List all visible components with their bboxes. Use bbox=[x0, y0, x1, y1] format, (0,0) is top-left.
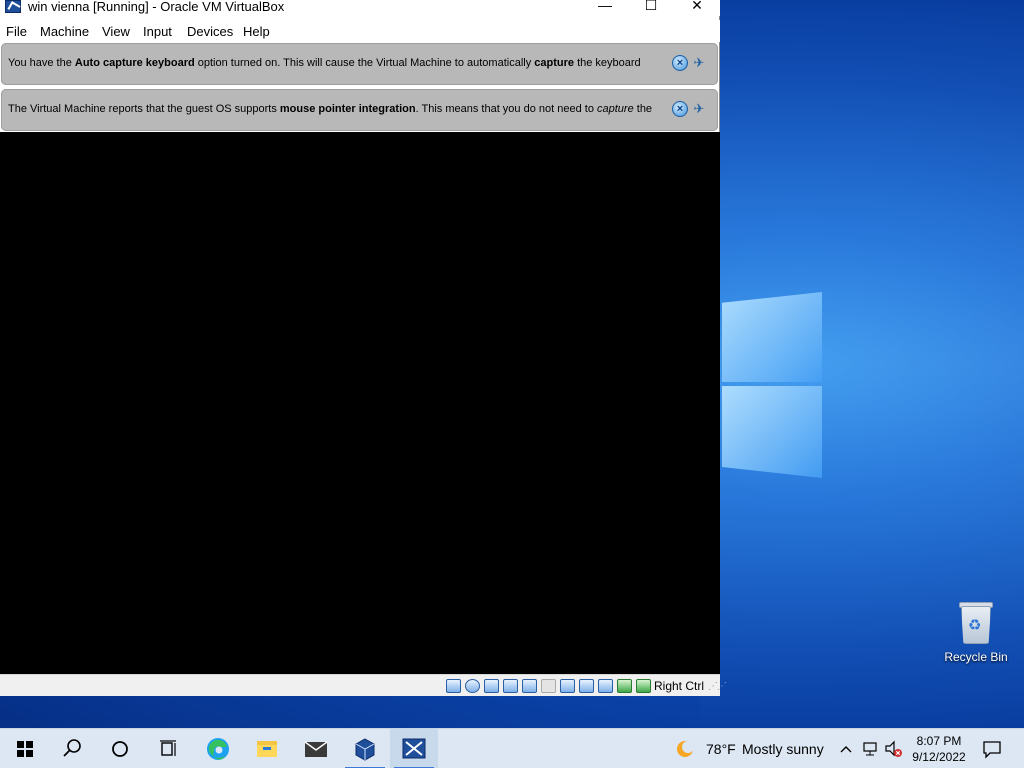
taskbar: 78°F Mostly sunny 8:07 PM 9/12/2022 bbox=[0, 728, 1024, 768]
menu-devices[interactable]: Devices bbox=[187, 24, 233, 39]
file-explorer-icon bbox=[257, 741, 277, 757]
menu-bar: File Machine View Input Devices Help bbox=[0, 20, 720, 42]
search-icon bbox=[63, 739, 81, 757]
notice-text-run: the keyboard bbox=[574, 57, 641, 69]
mouse-integration-icon[interactable] bbox=[617, 679, 632, 693]
edge-icon bbox=[207, 738, 229, 760]
edge-button[interactable] bbox=[194, 729, 242, 768]
notice-text-run: mouse pointer integration bbox=[279, 103, 416, 115]
shared-folders-icon[interactable] bbox=[541, 679, 556, 693]
host-key-label: Right Ctrl bbox=[654, 679, 705, 693]
notice-text-run: The Virtual Machine reports that the gue… bbox=[8, 103, 280, 115]
notice-text-run: . This means that you do not need to bbox=[415, 103, 597, 115]
video-capture-icon[interactable] bbox=[579, 679, 594, 693]
hard-disk-icon[interactable] bbox=[446, 679, 461, 693]
weather-description[interactable]: Mostly sunny bbox=[742, 741, 824, 757]
volume-muted-icon[interactable] bbox=[884, 740, 904, 758]
virtualbox-window: win vienna [Running] - Oracle VM Virtual… bbox=[0, 0, 727, 696]
maximize-button[interactable]: ☐ bbox=[628, 0, 674, 16]
audio-icon[interactable] bbox=[484, 679, 499, 693]
virtualbox-icon bbox=[355, 738, 375, 761]
notice-text-run: the bbox=[633, 103, 653, 115]
clock[interactable]: 8:07 PM 9/12/2022 bbox=[904, 733, 974, 765]
cpu-icon[interactable] bbox=[598, 679, 613, 693]
windows-logo-pane-bottom bbox=[722, 386, 822, 478]
clock-date: 9/12/2022 bbox=[912, 750, 966, 764]
title-bar[interactable]: win vienna [Running] - Oracle VM Virtual… bbox=[0, 0, 720, 16]
usb-icon[interactable] bbox=[522, 679, 537, 693]
cortana-button[interactable] bbox=[96, 729, 144, 768]
notice-text-run: capture bbox=[534, 57, 575, 69]
optical-drive-icon[interactable] bbox=[465, 679, 480, 693]
task-view-button[interactable] bbox=[144, 729, 192, 768]
mail-button[interactable] bbox=[292, 729, 340, 768]
notice-text: The Virtual Machine reports that the gue… bbox=[8, 103, 668, 115]
mail-icon bbox=[304, 741, 328, 757]
notice-text-run: option turned on. This will cause the Vi… bbox=[194, 57, 535, 69]
vm-window-icon bbox=[402, 738, 426, 759]
keyboard-capture-icon[interactable] bbox=[636, 679, 651, 693]
notice-close-button[interactable]: × bbox=[672, 101, 688, 117]
notice-text-run: You have the bbox=[8, 57, 75, 69]
display-icon[interactable] bbox=[560, 679, 575, 693]
auto-capture-keyboard-notice: You have the Auto capture keyboard optio… bbox=[1, 43, 718, 85]
windows-logo-pane-top bbox=[722, 292, 822, 382]
resize-grip[interactable]: ⋰⋰ bbox=[708, 681, 727, 692]
task-view-icon bbox=[160, 740, 176, 756]
mouse-integration-notice: The Virtual Machine reports that the gue… bbox=[1, 89, 718, 131]
window-title: win vienna [Running] - Oracle VM Virtual… bbox=[28, 0, 285, 14]
notifications-icon[interactable] bbox=[982, 739, 1002, 759]
close-button[interactable]: ✕ bbox=[674, 0, 720, 16]
notice-text-run: capture bbox=[597, 103, 634, 115]
notice-dont-show-button[interactable]: ✈ bbox=[691, 101, 707, 117]
virtualbox-manager-button[interactable] bbox=[341, 729, 389, 768]
recycle-bin-label: Recycle Bin bbox=[944, 650, 1008, 664]
start-icon bbox=[17, 741, 33, 757]
network-icon[interactable] bbox=[862, 740, 880, 758]
recycle-bin-icon: ♻ bbox=[957, 600, 995, 644]
vm-status-bar: Right Ctrl ⋰⋰ bbox=[0, 674, 727, 696]
menu-machine[interactable]: Machine bbox=[40, 24, 89, 39]
menu-help[interactable]: Help bbox=[243, 24, 270, 39]
notice-text: You have the Auto capture keyboard optio… bbox=[8, 57, 668, 69]
weather-sun-icon bbox=[677, 741, 694, 757]
notice-dont-show-button[interactable]: ✈ bbox=[691, 55, 707, 71]
weather-temperature[interactable]: 78°F bbox=[706, 741, 736, 757]
clock-time: 8:07 PM bbox=[916, 734, 962, 748]
vm-window-button[interactable] bbox=[390, 729, 438, 768]
search-button[interactable] bbox=[48, 729, 96, 768]
virtualbox-app-icon bbox=[5, 0, 21, 13]
network-icon[interactable] bbox=[503, 679, 518, 693]
vm-display[interactable] bbox=[0, 132, 720, 674]
menu-view[interactable]: View bbox=[102, 24, 130, 39]
recycle-bin[interactable]: ♻ Recycle Bin bbox=[938, 600, 1014, 664]
start-button[interactable] bbox=[0, 729, 48, 768]
menu-file[interactable]: File bbox=[6, 24, 27, 39]
notice-close-button[interactable]: × bbox=[672, 55, 688, 71]
notice-text-run: Auto capture keyboard bbox=[74, 57, 195, 69]
file-explorer-button[interactable] bbox=[243, 729, 291, 768]
menu-input[interactable]: Input bbox=[143, 24, 172, 39]
cortana-icon bbox=[112, 741, 128, 757]
minimize-button[interactable]: — bbox=[582, 0, 628, 16]
chevron-up-icon[interactable] bbox=[838, 741, 854, 757]
